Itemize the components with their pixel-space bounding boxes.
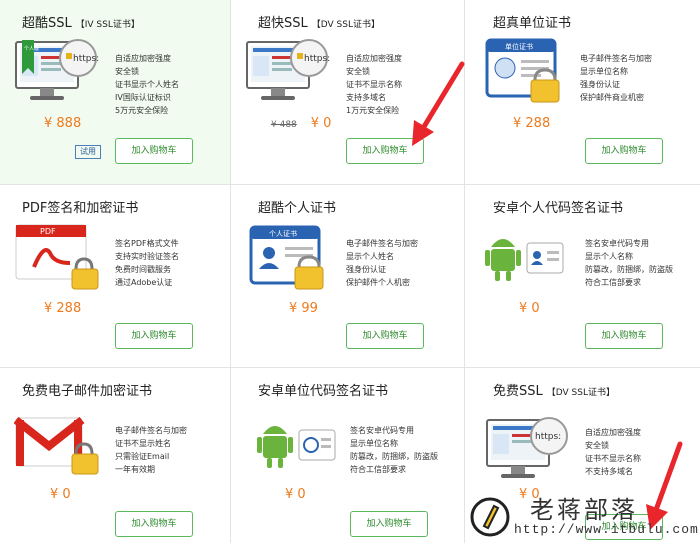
watermark: 老蒋部落 http://www.itbulu.com [468, 490, 700, 543]
product-card-android-unit: 安卓单位代码签名证书 签名安卓代码专用 显示单位名称 防篡改，防捆绑，防盗版 符… [231, 368, 465, 543]
card-title: 超快SSL 【DV SSL证书】 [258, 16, 380, 31]
feature-list: 电子邮件签名与加密 显示个人姓名 强身份认证 保护邮件个人机密 [346, 239, 418, 287]
price: ¥ 0 [285, 487, 306, 502]
android-unit-icon [257, 426, 336, 468]
product-grid: 超酷SSL 【IV SSL证书】 个人版 https: 自适应加密强度 安全锁 证… [0, 0, 700, 543]
watermark-name: 老蒋部落 [530, 496, 638, 524]
product-card-personal-cert: 超酷个人证书 个人证书 电子邮件签名与加密 显示个人姓名 强身份认证 保护邮件个… [231, 185, 465, 368]
price: ¥ 888 [44, 116, 82, 131]
add-to-cart-button[interactable]: 加入购物车 [585, 138, 663, 164]
price: ¥ 99 [289, 301, 318, 316]
card-title: 安卓个人代码签名证书 [493, 201, 624, 216]
add-to-cart-button[interactable]: 加入购物车 [585, 323, 663, 349]
feature-list: 自适应加密强度 安全锁 证书不显示名称 不支持多域名 [585, 428, 641, 476]
svg-text:PDF: PDF [40, 227, 56, 236]
monitor-ssl-icon: https: [246, 39, 330, 100]
price: ¥ 0 [50, 487, 71, 502]
card-tag: 【DV SSL证书】 [311, 20, 380, 30]
trial-button[interactable]: 试用 [75, 145, 101, 159]
card-title: 免费电子邮件加密证书 [22, 384, 153, 399]
pdf-lock-icon: PDF [15, 224, 99, 290]
card-title: 免费SSL 【DV SSL证书】 [493, 384, 615, 399]
feature-list: 电子邮件签名与加密 显示单位名称 强身份认证 保护邮件商业机密 [580, 54, 652, 102]
product-card-dv-ssl: 超快SSL 【DV SSL证书】 https: 自适应加密强度 安全锁 证书不显示… [231, 0, 465, 185]
add-to-cart-button[interactable]: 加入购物车 [115, 138, 193, 164]
old-price: ¥ 488 [271, 120, 297, 130]
gmail-lock-icon [14, 416, 99, 475]
svg-text:单位证书: 单位证书 [505, 42, 533, 51]
card-title: 超真单位证书 [493, 16, 572, 31]
card-title: 超酷SSL 【IV SSL证书】 [22, 16, 140, 31]
feature-list: 自适应加密强度 安全锁 证书显示个人姓名 IV国际认证标识 5万元安全保险 [115, 54, 179, 115]
card-tag: 【DV SSL证书】 [546, 388, 615, 398]
feature-list: 自适应加密强度 安全锁 证书不显示名称 支持多域名 1万元安全保险 [346, 54, 402, 115]
add-to-cart-button[interactable]: 加入购物车 [115, 323, 193, 349]
feature-list: 电子邮件签名与加密 证书不显示姓名 只需验证Email 一年有效期 [115, 426, 187, 474]
product-card-free-email: 免费电子邮件加密证书 电子邮件签名与加密 证书不显示姓名 只需验证Email 一… [0, 368, 231, 543]
svg-text:个人版: 个人版 [24, 45, 39, 52]
personal-certificate-icon: 个人证书 [249, 225, 324, 290]
svg-text:https:: https: [73, 54, 99, 64]
svg-text:https:: https: [304, 54, 330, 64]
pencil-logo-icon [470, 497, 510, 537]
add-to-cart-button[interactable]: 加入购物车 [346, 138, 424, 164]
add-to-cart-button[interactable]: 加入购物车 [346, 323, 424, 349]
add-to-cart-button[interactable]: 加入购物车 [350, 511, 428, 537]
card-title: PDF签名和加密证书 [22, 201, 139, 216]
feature-list: 签名PDF格式文件 支持实时验证签名 免费时间戳服务 通过Adobe认证 [115, 239, 179, 287]
card-tag: 【IV SSL证书】 [75, 20, 140, 30]
unit-certificate-icon: 单位证书 [485, 38, 560, 103]
monitor-ssl-icon: https: [486, 417, 568, 478]
feature-list: 签名安卓代码专用 显示个人名称 防篡改，防捆绑，防盗版 符合工信部要求 [585, 239, 673, 287]
svg-text:https:: https: [535, 432, 561, 442]
card-title: 超酷个人证书 [258, 201, 337, 216]
card-title: 安卓单位代码签名证书 [258, 384, 389, 399]
svg-text:个人证书: 个人证书 [269, 229, 297, 238]
price: ¥ 0 [519, 301, 540, 316]
product-card-unit-cert: 超真单位证书 单位证书 电子邮件签名与加密 显示单位名称 强身份认证 保护邮件商… [465, 0, 700, 185]
android-person-icon [485, 239, 564, 281]
feature-list: 签名安卓代码专用 显示单位名称 防篡改，防捆绑，防盗版 符合工信部要求 [350, 426, 438, 474]
add-to-cart-button[interactable]: 加入购物车 [115, 511, 193, 537]
watermark-url: http://www.itbulu.com [514, 522, 699, 537]
product-card-pdf-cert: PDF签名和加密证书 PDF 签名PDF格式文件 支持实时验证签名 免费时间戳服… [0, 185, 231, 368]
price: ¥ 288 [513, 116, 551, 131]
monitor-ssl-icon: 个人版 https: [15, 39, 99, 100]
product-card-android-personal: 安卓个人代码签名证书 签名安卓代码专用 显示个人名称 防篡改，防捆绑，防盗版 符… [465, 185, 700, 368]
price: ¥ 488 ¥ 0 [271, 116, 332, 131]
price: ¥ 288 [44, 301, 82, 316]
product-card-iv-ssl: 超酷SSL 【IV SSL证书】 个人版 https: 自适应加密强度 安全锁 证… [0, 0, 231, 185]
